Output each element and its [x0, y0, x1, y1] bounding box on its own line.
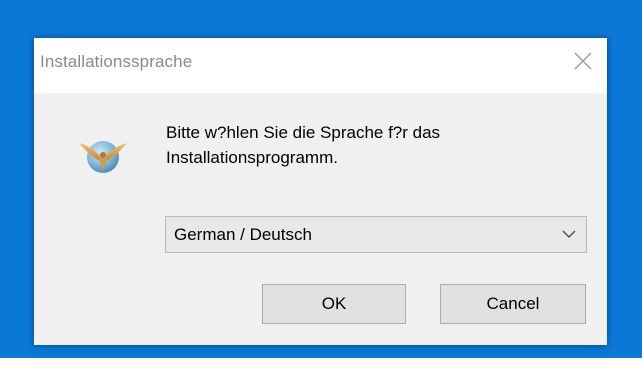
language-select[interactable]: German / Deutsch — [165, 216, 587, 253]
chevron-down-icon — [562, 230, 576, 238]
ok-button[interactable]: OK — [262, 284, 406, 324]
setup-globe-eagle-icon — [79, 141, 127, 173]
window-title: Installationssprache — [40, 52, 193, 71]
instruction-line-2: Installationsprogramm. — [166, 148, 338, 167]
language-select-value: German / Deutsch — [174, 225, 312, 244]
close-button[interactable] — [561, 38, 607, 86]
cancel-button[interactable]: Cancel — [440, 284, 586, 324]
instruction-text: Bitte w?hlen Sie die Sprache f?r das Ins… — [166, 120, 440, 170]
instruction-line-1: Bitte w?hlen Sie die Sprache f?r das — [166, 123, 441, 142]
close-icon — [574, 52, 592, 70]
installer-language-dialog: Installationssprache Bitte w?hlen Sie di… — [34, 38, 607, 345]
title-bar[interactable]: Installationssprache — [34, 38, 607, 93]
desktop-strip — [0, 358, 642, 370]
